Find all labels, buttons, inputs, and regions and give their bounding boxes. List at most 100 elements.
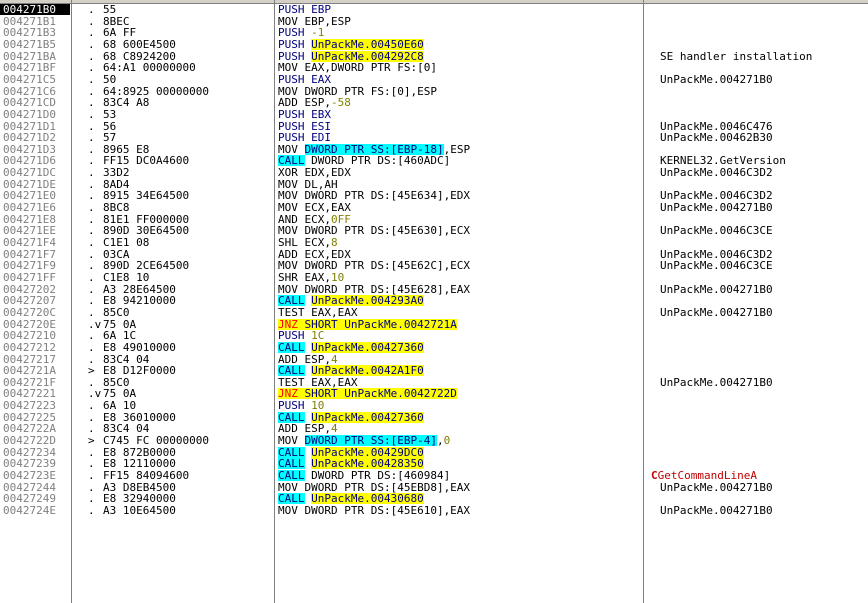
comment-cell[interactable]: UnPackMe.0046C3D2 xyxy=(660,249,868,260)
instruction-row[interactable]: 0042722D > C745 FC 00000000 MOV DWORD PTR S… xyxy=(0,435,868,447)
address-cell[interactable]: 0042720E xyxy=(3,319,69,330)
instruction-row[interactable]: 00427223. 6A 10 PUSH 10 xyxy=(0,400,868,411)
disassembly-cell[interactable]: JNZ SHORT UnPackMe.0042721A xyxy=(278,318,638,330)
disassembly-cell[interactable]: PUSH -1 xyxy=(278,27,638,38)
instruction-row[interactable]: 004271CD. 83C4 A8 ADD ESP,-58 xyxy=(0,97,868,108)
hex-dump-cell[interactable]: 8915 34E64500 xyxy=(103,190,273,201)
address-cell[interactable]: 00427210 xyxy=(3,330,69,341)
instruction-row[interactable]: 004271E8. 81E1 FF000000 AND ECX,0FF xyxy=(0,214,868,225)
hex-dump-cell[interactable]: 85C0 xyxy=(103,307,273,318)
instruction-row[interactable]: 004271C6. 64:8925 00000000 MOV DWORD PTR F… xyxy=(0,86,868,97)
comment-cell[interactable]: UnPackMe.004271B0 xyxy=(660,74,868,85)
hex-dump-cell[interactable]: 83C4 04 xyxy=(103,354,273,365)
disassembly-cell[interactable]: AND ECX,0FF xyxy=(278,214,638,225)
hex-dump-cell[interactable]: E8 872B0000 xyxy=(103,447,273,458)
instruction-row[interactable]: 004271DE. 8AD4 MOV DL,AH xyxy=(0,179,868,190)
hex-dump-cell[interactable]: 75 0A xyxy=(103,319,273,330)
hex-dump-cell[interactable]: 85C0 xyxy=(103,377,273,388)
comment-cell[interactable] xyxy=(660,39,868,50)
comment-cell[interactable] xyxy=(660,388,868,399)
address-cell[interactable]: 00427202 xyxy=(3,284,69,295)
hex-dump-cell[interactable]: FF15 84094600 xyxy=(103,470,273,481)
instruction-row[interactable]: 00427244. A3 D8EB4500 MOV DWORD PTR DS:[45… xyxy=(0,482,868,493)
instruction-row[interactable]: 004271BA. 68 C8924200 PUSH UnPackMe.004292… xyxy=(0,50,868,62)
comment-cell[interactable]: SE handler installation xyxy=(660,51,868,62)
instruction-row[interactable]: 004271DC. 33D2 XOR EDX,EDX UnPackMe.0046C3D… xyxy=(0,167,868,178)
instruction-row[interactable]: 0042721F. 85C0 TEST EAX,EAX UnPackMe.004271… xyxy=(0,377,868,388)
comment-cell[interactable]: UnPackMe.0046C476 xyxy=(660,121,868,132)
comment-cell[interactable] xyxy=(660,4,868,15)
hex-dump-cell[interactable]: C1E8 10 xyxy=(103,272,273,283)
disassembly-cell[interactable]: PUSH ESI xyxy=(278,121,638,132)
address-cell[interactable]: 004271B0 xyxy=(0,4,70,15)
disassembly-cell[interactable]: CALL DWORD PTR DS:[460ADC] xyxy=(278,155,638,167)
address-cell[interactable]: 004271B3 xyxy=(3,27,69,38)
disassembly-cell[interactable]: CALL UnPackMe.00427360 xyxy=(278,341,638,353)
comment-cell[interactable]: UnPackMe.00462B30 xyxy=(660,132,868,143)
disassembly-cell[interactable]: PUSH EDI xyxy=(278,132,638,143)
hex-dump-cell[interactable]: 8BC8 xyxy=(103,202,273,213)
disassembly-cell[interactable]: MOV DWORD PTR DS:[45EBD8],EAX xyxy=(278,482,638,493)
address-cell[interactable]: 0042722A xyxy=(3,423,69,434)
instruction-row[interactable]: 00427221 .v 75 0A JNZ SHORT UnPackMe.004272… xyxy=(0,388,868,400)
disassembly-cell[interactable]: TEST EAX,EAX xyxy=(278,377,638,388)
address-cell[interactable]: 004271D2 xyxy=(3,132,69,143)
address-cell[interactable]: 004271BF xyxy=(3,62,69,73)
instruction-row[interactable]: 004271B3. 6A FF PUSH -1 xyxy=(0,27,868,38)
address-cell[interactable]: 004271BA xyxy=(3,51,69,62)
instruction-row[interactable]: 00427217. 83C4 04 ADD ESP,4 xyxy=(0,354,868,365)
instruction-row[interactable]: 0042720C. 85C0 TEST EAX,EAX UnPackMe.004271… xyxy=(0,307,868,318)
comment-cell[interactable] xyxy=(660,272,868,283)
hex-dump-cell[interactable]: E8 12110000 xyxy=(103,458,273,469)
disassembly-cell[interactable]: CALL UnPackMe.00429DC0 xyxy=(278,446,638,458)
comment-cell[interactable]: UnPackMe.0046C3CE xyxy=(660,260,868,271)
hex-dump-cell[interactable]: 8965 E8 xyxy=(103,144,273,155)
address-cell[interactable]: 004271E0 xyxy=(3,190,69,201)
hex-dump-cell[interactable]: 53 xyxy=(103,109,273,120)
hex-dump-cell[interactable]: 83C4 04 xyxy=(103,423,273,434)
disassembly-cell[interactable]: ADD ESP,4 xyxy=(278,423,638,434)
disassembly-cell[interactable]: PUSH 1C xyxy=(278,330,638,341)
address-cell[interactable]: 004271E6 xyxy=(3,202,69,213)
address-cell[interactable]: 004271C6 xyxy=(3,86,69,97)
address-cell[interactable]: 00427244 xyxy=(3,482,69,493)
disassembly-cell[interactable]: CALL UnPackMe.0042A1F0 xyxy=(278,365,638,377)
instruction-row[interactable]: 0042721A > E8 D12F0000 CALL UnPackMe.0042A1… xyxy=(0,365,868,377)
hex-dump-cell[interactable]: 890D 2CE64500 xyxy=(103,260,273,271)
comment-cell[interactable] xyxy=(660,342,868,353)
address-cell[interactable]: 004271FF xyxy=(3,272,69,283)
instruction-row[interactable]: 0042724E. A3 10E64500 MOV DWORD PTR DS:[45… xyxy=(0,505,868,516)
disassembly-cell[interactable]: CALL UnPackMe.00428350 xyxy=(278,458,638,470)
comment-cell[interactable]: CGetCommandLineA xyxy=(651,470,859,481)
comment-cell[interactable] xyxy=(660,27,868,38)
comment-cell[interactable]: UnPackMe.0046C3CE xyxy=(660,225,868,236)
comment-cell[interactable]: UnPackMe.004271B0 xyxy=(660,377,868,388)
address-cell[interactable]: 0042722D xyxy=(3,435,69,446)
disassembly-cell[interactable]: PUSH UnPackMe.004292C8 xyxy=(278,50,638,62)
comment-cell[interactable] xyxy=(660,365,868,376)
instruction-row[interactable]: 00427210. 6A 1C PUSH 1C xyxy=(0,330,868,341)
hex-dump-cell[interactable]: 6A 1C xyxy=(103,330,273,341)
disassembly-cell[interactable]: ADD ESP,4 xyxy=(278,354,638,365)
disassembly-cell[interactable]: MOV ECX,EAX xyxy=(278,202,638,213)
instruction-row[interactable]: 00427207. E8 94210000 CALL UnPackMe.004293… xyxy=(0,295,868,307)
address-cell[interactable]: 00427234 xyxy=(3,447,69,458)
comment-cell[interactable]: UnPackMe.0046C3D2 xyxy=(660,190,868,201)
comment-cell[interactable]: UnPackMe.0046C3D2 xyxy=(660,167,868,178)
instruction-row[interactable]: 004271EE. 890D 30E64500 MOV DWORD PTR DS:[… xyxy=(0,225,868,236)
comment-cell[interactable] xyxy=(660,109,868,120)
disassembly-cell[interactable]: CALL UnPackMe.004293A0 xyxy=(278,295,638,307)
comment-cell[interactable] xyxy=(660,458,868,469)
address-cell[interactable]: 0042721A xyxy=(3,365,69,376)
hex-dump-cell[interactable]: 56 xyxy=(103,121,273,132)
hex-dump-cell[interactable]: A3 28E64500 xyxy=(103,284,273,295)
instruction-row[interactable]: 004271B5. 68 600E4500 PUSH UnPackMe.00450E… xyxy=(0,38,868,50)
hex-dump-cell[interactable]: 75 0A xyxy=(103,388,273,399)
address-cell[interactable]: 004271DE xyxy=(3,179,69,190)
address-cell[interactable]: 004271B5 xyxy=(3,39,69,50)
address-cell[interactable]: 0042720C xyxy=(3,307,69,318)
disassembly-cell[interactable]: JNZ SHORT UnPackMe.0042722D xyxy=(278,388,638,400)
comment-cell[interactable] xyxy=(660,319,868,330)
disassembly-cell[interactable]: PUSH UnPackMe.00450E60 xyxy=(278,38,638,50)
address-cell[interactable]: 00427212 xyxy=(3,342,69,353)
